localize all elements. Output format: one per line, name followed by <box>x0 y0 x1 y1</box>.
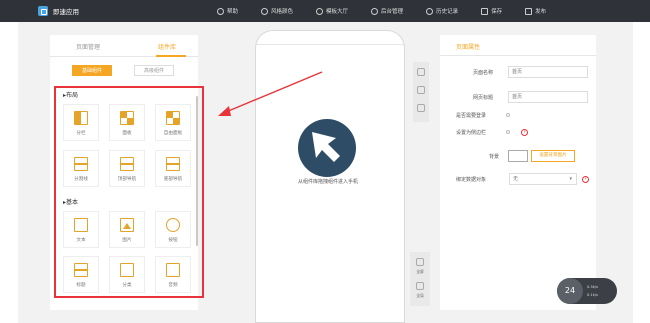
fullscreen-icon[interactable] <box>416 258 424 266</box>
upload-speed: 0.3k/s <box>587 285 598 289</box>
sidebar-setting-label: 设置为侧边栏 <box>456 130 487 136</box>
background-label: 背景 <box>489 154 500 160</box>
bind-data-select[interactable]: 无 ▾ <box>509 173 577 185</box>
bind-data-label: 绑定数据对象 <box>456 177 487 183</box>
page-title-label: 网页标题 <box>473 95 494 101</box>
page-name-input[interactable]: 首页 <box>508 66 588 78</box>
canvas-tools <box>413 62 429 122</box>
bind-data-value: 无 <box>513 176 519 182</box>
drop-hint: 从组件库拖拽组件进入手机 <box>297 179 358 185</box>
drag-arrow-line <box>225 71 323 113</box>
background-color-picker[interactable] <box>508 150 528 162</box>
sidebar-setting-checkbox[interactable] <box>506 130 510 134</box>
download-speed: 0.1k/s <box>587 293 598 297</box>
preview-icon[interactable] <box>417 104 425 112</box>
page-title-input[interactable]: 首页 <box>508 91 588 103</box>
chevron-down-icon: ▾ <box>569 176 572 182</box>
login-required-label: 是否需要登录 <box>456 113 487 119</box>
properties-divider <box>440 55 596 56</box>
cursor-arrow-icon <box>312 132 340 162</box>
properties-title: 页面属性 <box>456 44 481 51</box>
undo-icon[interactable] <box>417 68 425 76</box>
set-background-image-button[interactable]: 设置背景图片 <box>531 150 575 162</box>
help-icon[interactable]: ? <box>582 176 589 183</box>
page-name-label: 页面名称 <box>473 70 494 76</box>
network-monitor-value: 24 <box>557 278 583 304</box>
global-icon[interactable] <box>416 282 424 290</box>
drag-arrow-head <box>218 106 231 116</box>
help-icon[interactable]: ? <box>521 129 528 136</box>
global-label: 全局 <box>416 293 424 298</box>
login-required-checkbox[interactable] <box>506 113 510 117</box>
canvas-tools-bottom: 全屏 全局 <box>410 252 430 306</box>
redo-icon[interactable] <box>417 86 425 94</box>
fullscreen-label: 全屏 <box>416 269 424 274</box>
